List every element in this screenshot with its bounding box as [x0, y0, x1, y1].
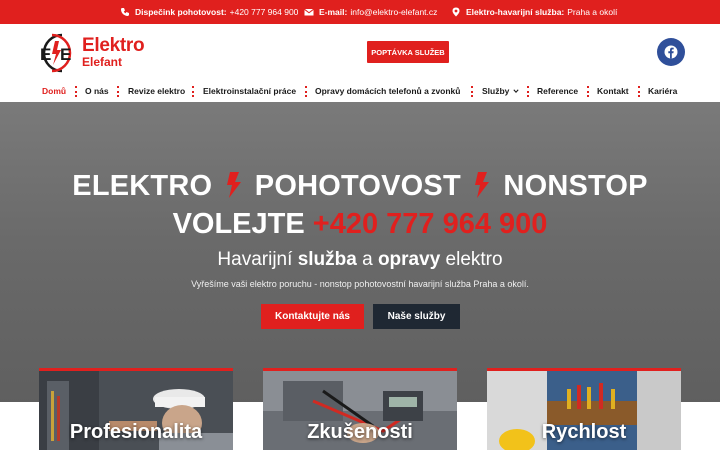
feature-card-experience[interactable]: Zkušenosti [263, 368, 457, 450]
feature-card-professionalism[interactable]: Profesionalita [39, 368, 233, 450]
hero-subtitle: Vyřešíme vaši elektro poruchu - nonstop … [191, 279, 529, 289]
our-services-button[interactable]: Naše služby [373, 304, 460, 329]
card-title: Zkušenosti [307, 421, 413, 443]
nav-separator [305, 86, 307, 97]
feature-card-speed[interactable]: Rychlost [487, 368, 681, 450]
nav-item-phone-repairs[interactable]: Opravy domácích telefonů a zvonků [315, 80, 460, 102]
hero-call-line: VOLEJTE +420 777 964 900 [172, 208, 548, 240]
svg-text:E: E [40, 45, 51, 64]
email-contact[interactable]: E-mail: info@elektro-elefant.cz [304, 0, 437, 24]
hero-tagline: Havarijní služba a opravy elektro [217, 249, 503, 270]
main-nav: Domů O nás Revize elektro Elektroinstala… [0, 80, 720, 102]
nav-item-career[interactable]: Kariéra [648, 80, 677, 102]
site-header: E E Elektro Elefant POPTÁVKA SLUŽEB [0, 24, 720, 80]
service-request-button[interactable]: POPTÁVKA SLUŽEB [367, 41, 449, 63]
nav-item-about[interactable]: O nás [85, 80, 109, 102]
card-title: Profesionalita [69, 421, 203, 443]
nav-separator [587, 86, 589, 97]
facebook-icon [664, 45, 678, 59]
facebook-button[interactable] [657, 38, 685, 66]
nav-item-services[interactable]: Služby [482, 80, 520, 102]
nav-separator [638, 86, 640, 97]
logo-wordmark-bottom: Elefant [82, 55, 123, 69]
top-info-bar: Dispečink pohotovost: +420 777 964 900 E… [0, 0, 720, 24]
nav-separator [527, 86, 529, 97]
hero-phone-number[interactable]: +420 777 964 900 [313, 208, 548, 240]
lightning-bolt-icon [224, 171, 244, 199]
phone-icon [120, 7, 130, 17]
chevron-down-icon [513, 88, 520, 94]
nav-item-references[interactable]: Reference [537, 80, 578, 102]
map-pin-icon [451, 7, 461, 17]
logo-mark-icon: E E [36, 32, 78, 74]
nav-item-revisions[interactable]: Revize elektro [128, 80, 185, 102]
nav-item-home[interactable]: Domů [42, 80, 66, 102]
card-title: Rychlost [541, 421, 627, 443]
logo-wordmark-top: Elektro [82, 35, 145, 56]
hero-headline: ELEKTRO POHOTOVOST NONSTOP [72, 170, 648, 202]
emergency-area: Elektro-havarijní služba: Praha a okolí [451, 0, 617, 24]
envelope-icon [304, 7, 314, 17]
nav-separator [117, 86, 119, 97]
nav-separator [471, 86, 473, 97]
contact-us-button[interactable]: Kontaktujte nás [261, 304, 364, 329]
site-logo[interactable]: E E Elektro Elefant [36, 32, 156, 74]
nav-item-installations[interactable]: Elektroinstalační práce [203, 80, 296, 102]
lightning-bolt-icon [472, 171, 492, 199]
dispatch-phone[interactable]: Dispečink pohotovost: +420 777 964 900 [120, 0, 298, 24]
nav-separator [192, 86, 194, 97]
nav-item-contact[interactable]: Kontakt [597, 80, 629, 102]
nav-separator [75, 86, 77, 97]
hero-section: ELEKTRO POHOTOVOST NONSTOP VOLEJTE +420 … [0, 102, 720, 450]
svg-text:E: E [60, 45, 71, 64]
